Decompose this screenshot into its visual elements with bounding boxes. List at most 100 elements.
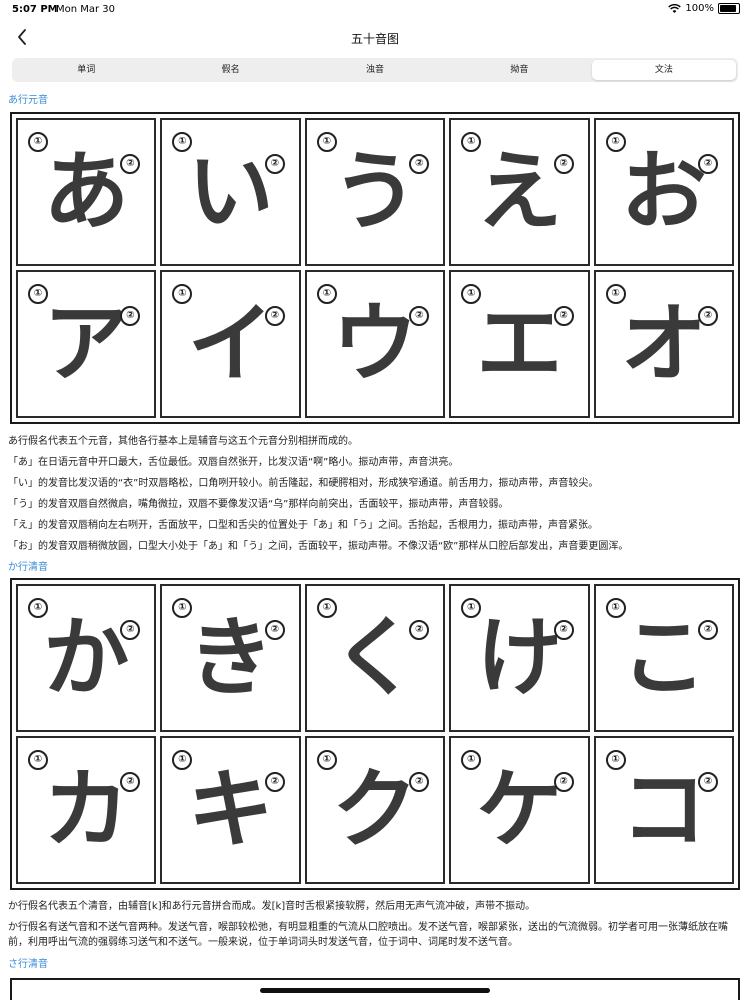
- stroke-number-badge: ①: [605, 750, 626, 770]
- kana-character: イ: [187, 293, 274, 394]
- stroke-number-badge: ①: [316, 284, 337, 304]
- kana-character: う: [331, 141, 418, 242]
- kana-character: け: [476, 607, 563, 708]
- stroke-number-badge: ②: [409, 154, 430, 174]
- kana-character: い: [187, 141, 274, 242]
- battery-percent: 100%: [685, 3, 714, 14]
- stroke-number-badge: ②: [553, 772, 574, 792]
- para-a-3: 「う」的发音双唇自然微启，嘴角微拉，双唇不要像发汉语“乌”那样向前突出，舌面较平…: [8, 499, 509, 510]
- kana-character: ウ: [331, 293, 418, 394]
- kana-cell: ク① ②: [304, 736, 446, 884]
- stroke-number-badge: ②: [697, 620, 718, 640]
- stroke-number-badge: ②: [697, 306, 718, 326]
- segmented-tabs: 单词 假名 浊音 拗音 文法: [12, 58, 738, 82]
- tab-grammar[interactable]: 文法: [591, 60, 737, 80]
- kana-character: キ: [187, 759, 274, 860]
- kana-character: お: [620, 141, 707, 242]
- section-heading-sa-row: さ行清音: [8, 959, 48, 970]
- page-title: 五十音图: [350, 32, 399, 46]
- stroke-number-badge: ②: [409, 772, 430, 792]
- stroke-number-badge: ②: [120, 620, 141, 640]
- para-a-0: あ行假名代表五个元音，其他各行基本上是辅音与这五个元音分别相拼而成的。: [8, 436, 358, 447]
- kana-cell: イ①②: [160, 270, 301, 418]
- stroke-number-badge: ①: [316, 750, 337, 770]
- stroke-number-badge: ①: [605, 284, 626, 304]
- stroke-number-badge: ①: [28, 284, 48, 304]
- tab-voiced[interactable]: 浊音: [303, 60, 447, 80]
- stroke-number-badge: ②: [120, 306, 141, 326]
- kana-character: こ: [620, 607, 707, 708]
- kana-cell: エ①②: [449, 270, 590, 418]
- stroke-number-badge: ②: [697, 154, 718, 174]
- section-heading-a-row: あ行元音: [8, 95, 48, 106]
- stroke-number-badge: ②: [409, 306, 430, 326]
- status-date: Mon Mar 30: [56, 4, 116, 15]
- kana-character: あ: [43, 141, 130, 242]
- kana-cell: こ① ②: [593, 584, 734, 732]
- kana-character: く: [331, 607, 418, 708]
- stroke-number-badge: ②: [120, 772, 141, 792]
- stroke-number-badge: ①: [316, 598, 337, 618]
- stroke-number-badge: ①: [28, 598, 48, 618]
- para-a-1: 「あ」在日语元音中开口最大，舌位最低。双唇自然张开，比发汉语“啊”略小。振动声带…: [8, 457, 459, 468]
- kana-cell: あ① ②: [16, 118, 157, 266]
- kana-cell: ア① ②: [16, 270, 157, 418]
- stroke-number-badge: ②: [264, 306, 285, 326]
- kana-character: か: [43, 607, 130, 708]
- stroke-number-badge: ②: [697, 772, 718, 792]
- kana-character: エ: [476, 293, 563, 394]
- stroke-number-badge: ②: [264, 154, 285, 174]
- kana-cell: ウ① ②: [304, 270, 446, 418]
- battery-icon: [718, 3, 740, 14]
- home-indicator[interactable]: [260, 988, 490, 993]
- stroke-order-grid-a-row: あ①②い①②う①②え①②お①②ア①②イ①②ウ①②エ①②オ①②: [10, 112, 740, 424]
- kana-cell: お① ②: [593, 118, 734, 266]
- para-a-4: 「え」的发音双唇稍向左右咧开，舌面放平，口型和舌尖的位置处于「あ」和「う」之间。…: [8, 520, 598, 531]
- kana-cell: キ①②: [160, 736, 301, 884]
- tab-contracted[interactable]: 拗音: [447, 60, 591, 80]
- kana-cell: え①②: [449, 118, 590, 266]
- para-ka-0: か行假名代表五个清音，由辅音[k]和あ行元音拼合而成。发[k]音时舌根紧接软腭，…: [8, 901, 536, 912]
- stroke-number-badge: ①: [28, 132, 48, 152]
- kana-character: ア: [43, 293, 130, 394]
- status-bar: 5:07 PM Mon Mar 30 100%: [0, 0, 750, 20]
- kana-character: コ: [620, 759, 707, 860]
- stroke-number-badge: ①: [316, 132, 337, 152]
- stroke-number-badge: ①: [605, 598, 626, 618]
- para-ka-1: か行假名有送气音和不送气音两种。发送气音，喉部较松弛，有明显粗重的气流从口腔喷出…: [8, 922, 728, 948]
- navigation-bar: 五十音图: [0, 20, 750, 56]
- stroke-number-badge: ②: [553, 154, 574, 174]
- stroke-number-badge: ②: [553, 306, 574, 326]
- tab-words[interactable]: 单词: [14, 60, 158, 80]
- stroke-number-badge: ②: [120, 154, 141, 174]
- kana-cell: く① ②: [304, 584, 446, 732]
- status-time: 5:07 PM: [12, 4, 58, 15]
- para-a-5: 「お」的发音双唇稍微放圆，口型大小处于「あ」和「う」之间，舌面较平，振动声带。不…: [8, 541, 629, 552]
- kana-cell: カ① ②: [16, 736, 157, 884]
- kana-cell: け①②: [449, 584, 590, 732]
- kana-cell: い①②: [160, 118, 301, 266]
- stroke-number-badge: ②: [553, 620, 574, 640]
- stroke-order-grid-ka-row: か①②き①②く①②け①②こ①②カ①②キ①②ク①②ケ①②コ①②: [10, 578, 740, 890]
- status-right: 100%: [668, 3, 740, 14]
- tab-kana[interactable]: 假名: [158, 60, 302, 80]
- kana-character: カ: [43, 759, 130, 860]
- stroke-number-badge: ②: [264, 772, 285, 792]
- kana-character: オ: [620, 293, 707, 394]
- stroke-number-badge: ②: [264, 620, 285, 640]
- kana-character: き: [187, 607, 274, 708]
- stroke-number-badge: ②: [409, 620, 430, 640]
- kana-cell: コ① ②: [593, 736, 734, 884]
- kana-character: ク: [331, 759, 418, 860]
- para-a-2: 「い」的发音比发汉语的“衣”时双唇略松，口角咧开较小。前舌隆起，和硬腭相对，形成…: [8, 478, 599, 489]
- kana-cell: か① ②: [16, 584, 157, 732]
- stroke-number-badge: ①: [605, 132, 626, 152]
- kana-character: ケ: [476, 759, 563, 860]
- kana-cell: う① ②: [304, 118, 446, 266]
- kana-cell: オ① ②: [593, 270, 734, 418]
- section-heading-ka-row: か行清音: [8, 562, 48, 573]
- kana-cell: ケ①②: [449, 736, 590, 884]
- stroke-number-badge: ①: [28, 750, 48, 770]
- kana-cell: き①②: [160, 584, 301, 732]
- kana-character: え: [476, 141, 563, 242]
